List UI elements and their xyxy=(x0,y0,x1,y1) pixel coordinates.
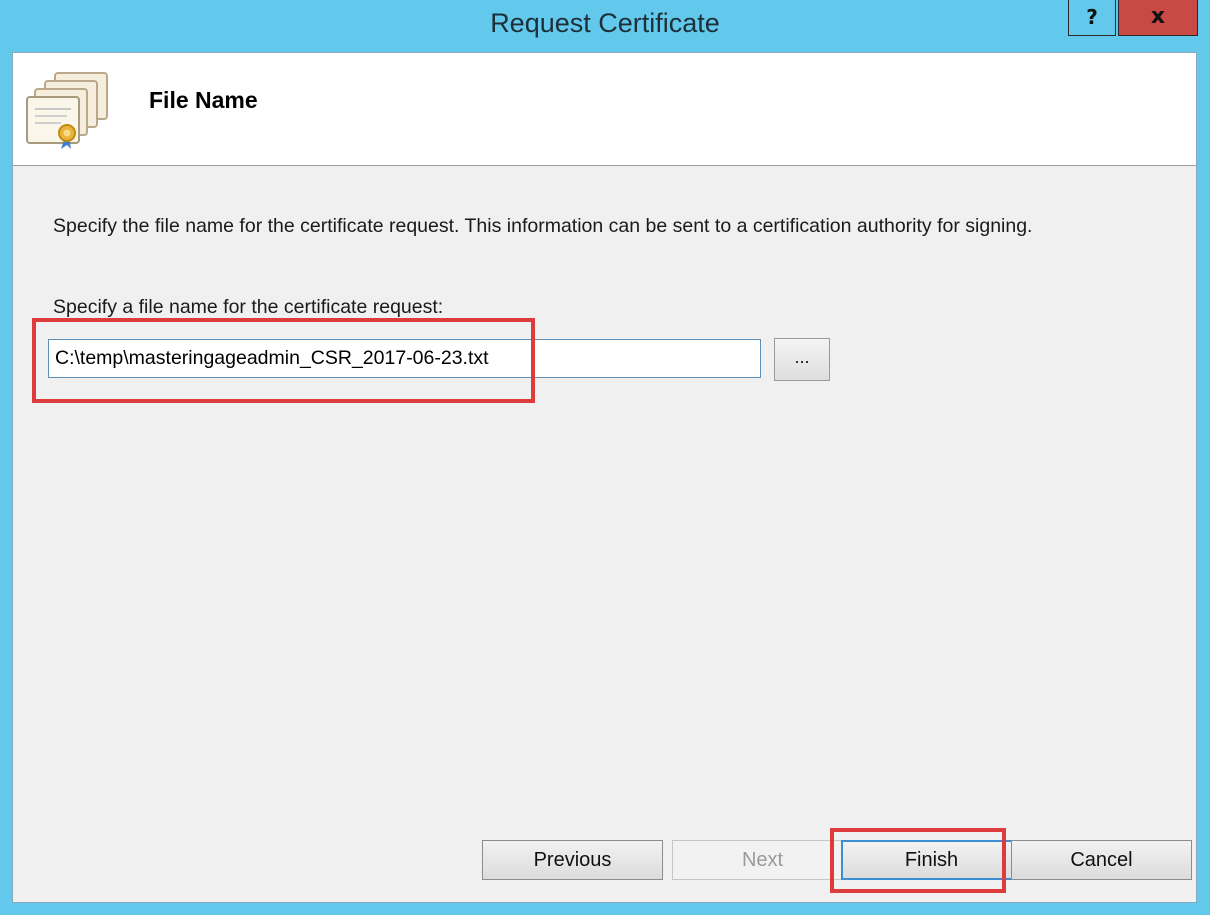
wizard-header: File Name xyxy=(13,53,1196,166)
certificate-stack-icon xyxy=(26,72,108,149)
browse-button[interactable]: ... xyxy=(774,338,830,381)
file-name-input[interactable] xyxy=(48,339,761,378)
instruction-text: Specify the file name for the certificat… xyxy=(53,215,1033,237)
next-button: Next xyxy=(672,840,853,880)
previous-button[interactable]: Previous xyxy=(482,840,663,880)
dialog-window: Request Certificate ? x File Name Specif… xyxy=(0,0,1210,915)
page-title: File Name xyxy=(149,87,258,113)
finish-button[interactable]: Finish xyxy=(841,840,1022,880)
cancel-button[interactable]: Cancel xyxy=(1011,840,1192,880)
window-title: Request Certificate xyxy=(490,8,720,38)
help-button[interactable]: ? xyxy=(1068,0,1116,36)
file-name-label: Specify a file name for the certificate … xyxy=(53,296,444,318)
dialog-client-area: File Name Specify the file name for the … xyxy=(12,52,1197,903)
title-bar[interactable]: Request Certificate ? x xyxy=(0,0,1210,52)
close-button[interactable]: x xyxy=(1118,0,1198,36)
